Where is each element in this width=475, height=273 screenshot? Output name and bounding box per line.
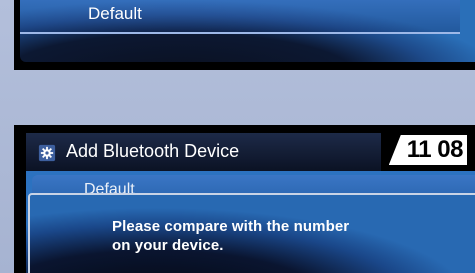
main-display: Default Please compare with the number o… — [26, 171, 475, 273]
gear-icon — [38, 144, 56, 162]
manual-page: Default Add Bluetooth Device 11 08 Defau… — [0, 0, 475, 273]
list-item-label: Default — [88, 4, 142, 23]
title-bar: Add Bluetooth Device 11 08 — [14, 133, 475, 171]
clock-time: 11 08 — [406, 136, 464, 163]
list-item-default[interactable]: Default — [20, 0, 460, 34]
bottom-screen: Add Bluetooth Device 11 08 Default Pleas… — [14, 125, 475, 273]
page-title: Add Bluetooth Device — [66, 141, 240, 161]
top-screen-display: Default — [20, 0, 475, 62]
top-screen: Default — [14, 0, 475, 70]
confirmation-dialog: Please compare with the number on your d… — [28, 193, 475, 273]
dialog-message-line-1: Please compare with the number — [112, 218, 350, 235]
dialog-message: Please compare with the number on your d… — [112, 217, 382, 255]
clock-badge: 11 08 — [388, 135, 467, 165]
dialog-message-line-2: on your device. — [112, 237, 224, 254]
